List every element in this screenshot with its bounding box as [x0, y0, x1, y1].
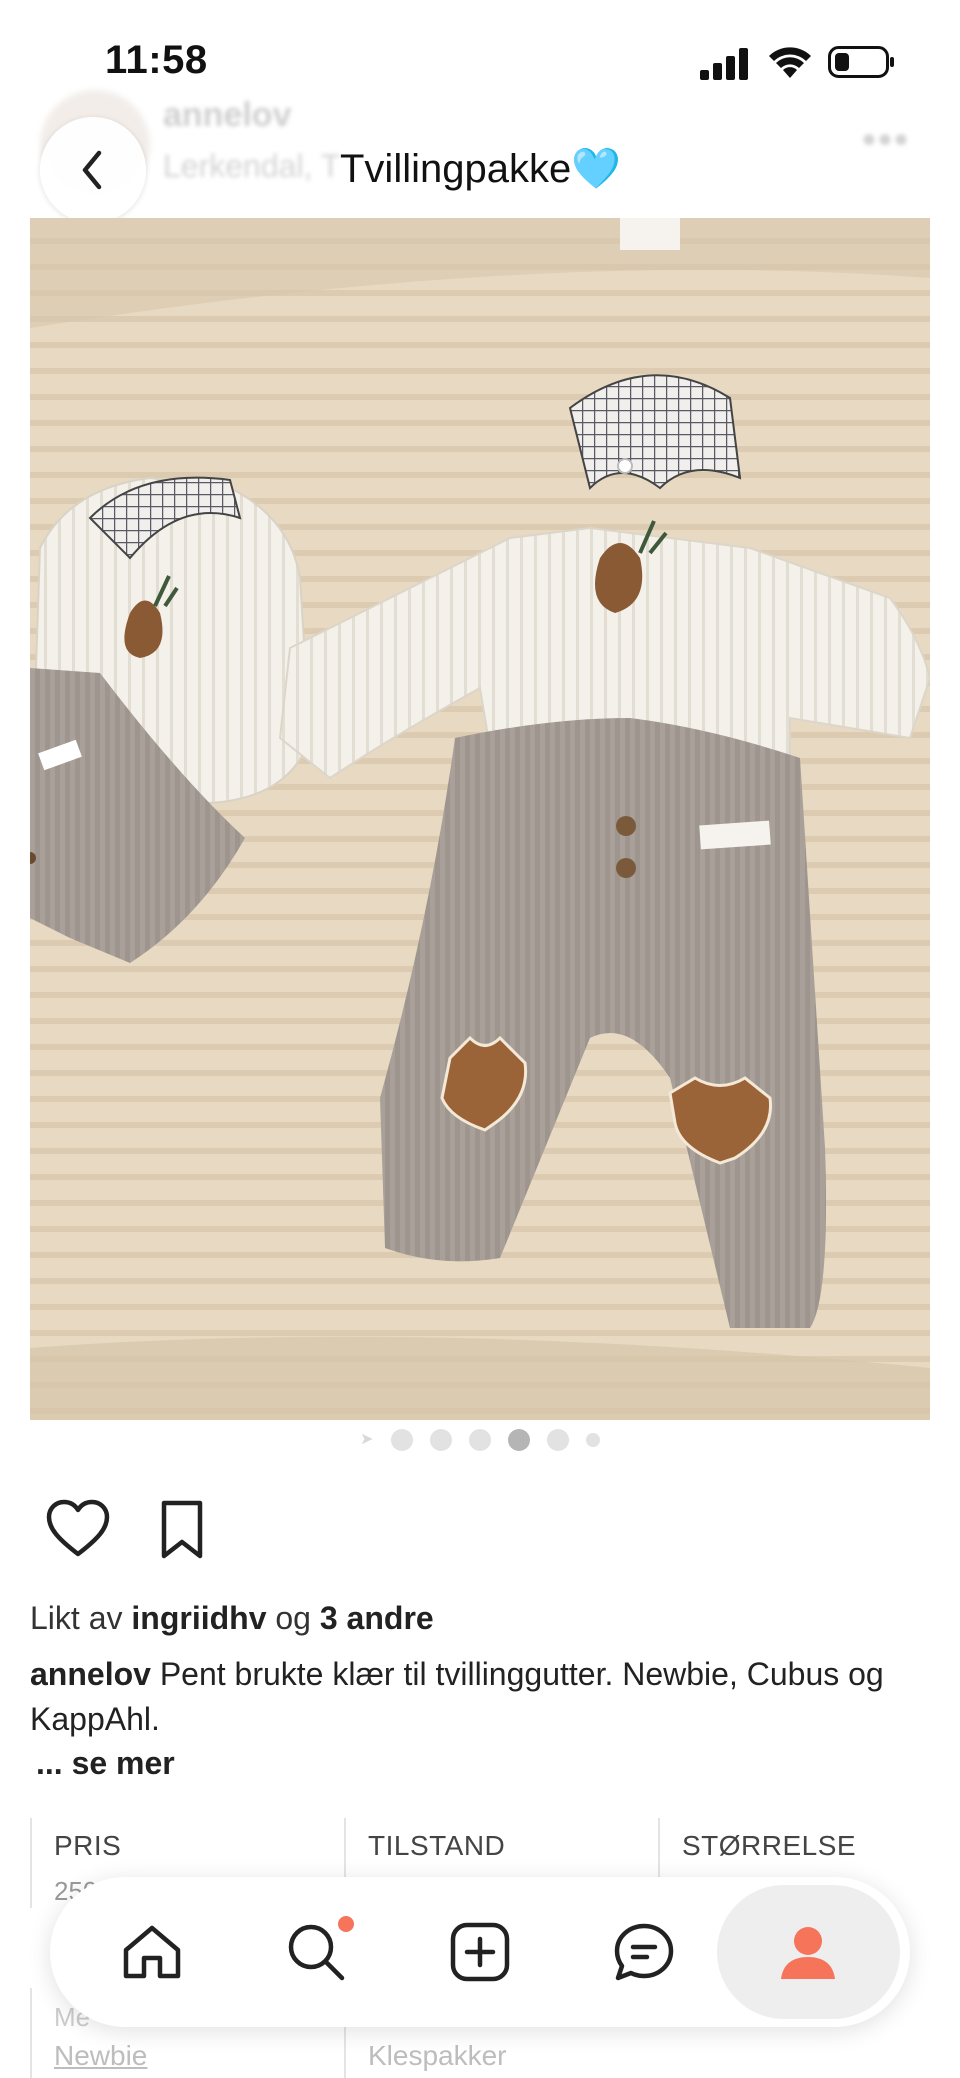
chat-bubble-icon — [614, 1923, 674, 1981]
cellular-signal-icon — [700, 48, 748, 80]
add-square-icon — [450, 1922, 510, 1982]
heart-icon — [46, 1499, 110, 1557]
carousel-dot[interactable] — [391, 1429, 413, 1451]
save-button[interactable] — [155, 1498, 209, 1562]
see-more-link[interactable]: ... se mer — [36, 1745, 175, 1782]
search-icon — [288, 1924, 345, 1981]
page-title: Tvillingpakke🩵 — [340, 147, 622, 191]
tab-messages[interactable] — [594, 1902, 694, 2002]
likes-others[interactable]: 3 andre — [320, 1600, 434, 1636]
chevron-left-icon — [82, 150, 102, 190]
bookmark-icon — [161, 1500, 203, 1559]
tab-profile[interactable] — [758, 1902, 858, 2002]
tab-home[interactable] — [102, 1902, 202, 2002]
carousel-dot[interactable] — [430, 1429, 452, 1451]
brand-link[interactable]: Newbie — [54, 2040, 147, 2072]
caption-text: Pent brukte klær til tvillinggutter. New… — [30, 1656, 884, 1737]
battery-icon — [828, 46, 894, 78]
caption-username[interactable]: annelov — [30, 1656, 151, 1692]
likes-connector: og — [275, 1600, 311, 1636]
author-location: Lerkendal, T — [163, 148, 341, 184]
detail-label: TILSTAND — [368, 1830, 506, 1861]
more-options-icon: ••• — [862, 118, 911, 162]
tab-add[interactable] — [430, 1902, 530, 2002]
liker-username[interactable]: ingriidhv — [131, 1600, 266, 1636]
post-caption: annelov Pent brukte klær til tvillinggut… — [30, 1652, 930, 1742]
profile-icon — [781, 1927, 835, 1979]
detail-label: STØRRELSE — [682, 1830, 857, 1861]
home-icon — [123, 1925, 181, 1979]
search-badge — [338, 1916, 354, 1932]
post-header: annelov Lerkendal, T ••• Tvillingpakke🩵 — [0, 90, 960, 223]
carousel-dot[interactable] — [469, 1429, 491, 1451]
back-button[interactable] — [40, 117, 146, 223]
tab-search[interactable] — [266, 1902, 366, 2002]
author-username: annelov — [163, 96, 292, 134]
detail-label: PRIS — [54, 1830, 122, 1861]
category-value: Klespakker — [368, 2040, 507, 2071]
wifi-icon — [769, 47, 811, 78]
carousel-dot[interactable] — [547, 1429, 569, 1451]
carousel-dot[interactable] — [586, 1433, 600, 1447]
likes-summary[interactable]: Likt av ingriidhv og 3 andre — [30, 1600, 434, 1637]
carousel-indicator[interactable]: ➤ — [360, 1428, 620, 1452]
location-arrow-icon: ➤ — [360, 1431, 374, 1448]
bottom-tab-bar — [50, 1877, 910, 2027]
product-photo[interactable] — [30, 218, 930, 1420]
like-button[interactable] — [45, 1498, 111, 1560]
status-time: 11:58 — [105, 38, 208, 82]
likes-prefix: Likt av — [30, 1600, 123, 1636]
photo-illustration — [30, 218, 930, 1420]
carousel-dot-active[interactable] — [508, 1429, 530, 1451]
